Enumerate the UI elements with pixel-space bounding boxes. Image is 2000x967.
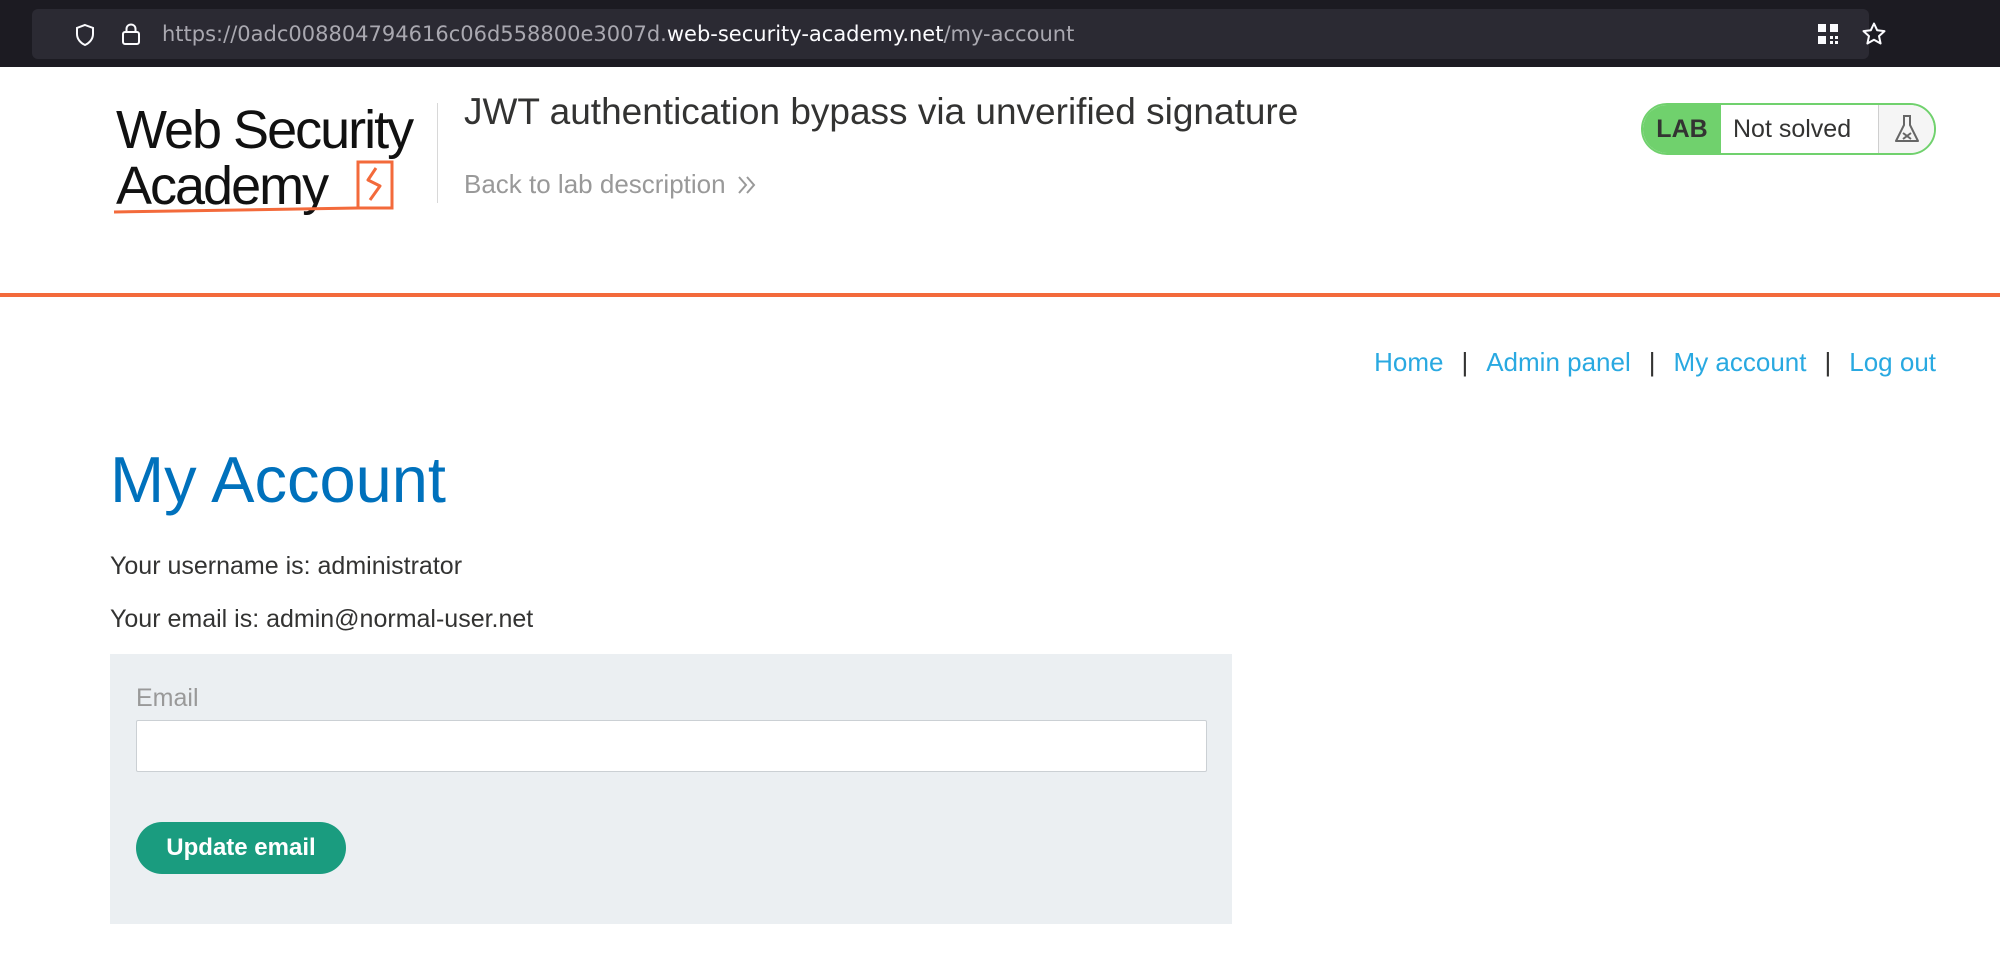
back-link-label: Back to lab description (464, 169, 726, 199)
nav-log-out[interactable]: Log out (1849, 347, 1936, 378)
nav-admin-panel[interactable]: Admin panel (1486, 347, 1631, 378)
email-label: Email (136, 684, 199, 712)
nav-separator: | (1824, 347, 1832, 377)
change-email-form: Email Update email (110, 654, 1232, 924)
update-email-button[interactable]: Update email (136, 822, 346, 874)
lock-icon[interactable] (120, 22, 142, 46)
bookmark-star-icon[interactable] (1861, 21, 1887, 47)
nav-my-account[interactable]: My account (1674, 347, 1807, 378)
svg-text:Web Security: Web Security (116, 100, 414, 160)
username-info: Your username is: administrator (110, 552, 463, 580)
web-security-academy-logo[interactable]: Web Security Academy (112, 98, 442, 218)
lab-badge: LAB (1643, 105, 1721, 153)
double-chevron-right-icon (737, 175, 755, 194)
url-prefix: https://0adc008804794616c06d558800e3007d… (162, 22, 667, 46)
page-title: My Account (110, 443, 446, 516)
flask-icon-container[interactable] (1879, 105, 1934, 153)
url-text[interactable]: https://0adc008804794616c06d558800e3007d… (162, 22, 1074, 46)
nav-home[interactable]: Home (1374, 347, 1443, 378)
url-domain: web-security-academy.net (666, 22, 944, 46)
lab-title: JWT authentication bypass via unverified… (464, 91, 1299, 132)
nav-separator: | (1461, 347, 1469, 377)
back-to-lab-description-link[interactable]: Back to lab description (464, 169, 758, 200)
top-navigation: Home | Admin panel | My account | Log ou… (1374, 347, 1936, 378)
browser-toolbar: https://0adc008804794616c06d558800e3007d… (0, 0, 2000, 67)
email-input[interactable] (136, 720, 1207, 772)
url-path: /my-account (943, 22, 1075, 46)
email-info: Your email is: admin@normal-user.net (110, 605, 534, 633)
flask-icon (1894, 115, 1919, 142)
shield-icon[interactable] (74, 23, 96, 47)
lab-header: Web Security Academy JWT authentication … (0, 67, 2000, 297)
lab-status-widget[interactable]: LAB Not solved (1641, 103, 1936, 155)
svg-text:Academy: Academy (116, 156, 329, 216)
url-bar[interactable]: https://0adc008804794616c06d558800e3007d… (32, 9, 1886, 59)
qr-code-icon[interactable] (1816, 22, 1840, 46)
nav-separator: | (1648, 347, 1656, 377)
logo-divider (437, 103, 438, 203)
lab-status-text: Not solved (1721, 105, 1879, 153)
